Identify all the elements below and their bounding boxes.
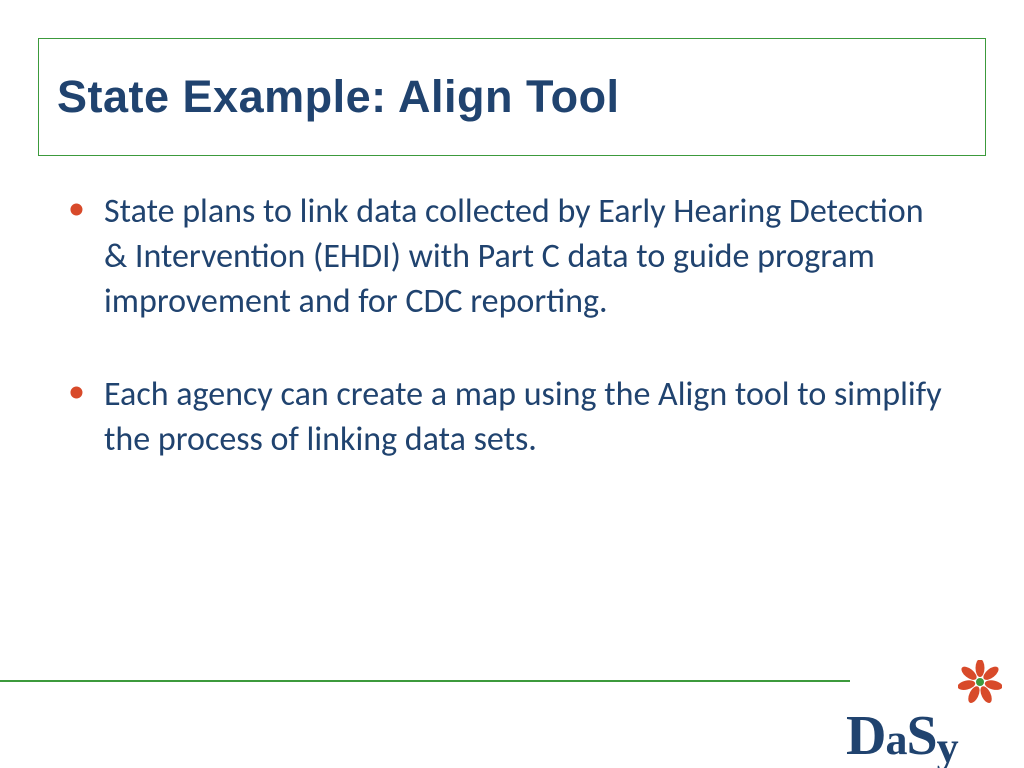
dasy-logo: DaSy [846, 658, 1006, 758]
slide: State Example: Align Tool State plans to… [0, 0, 1024, 768]
slide-title: State Example: Align Tool [57, 71, 620, 123]
bullet-item: Each agency can create a map using the A… [64, 373, 944, 463]
title-box: State Example: Align Tool [38, 38, 986, 156]
body-content: State plans to link data collected by Ea… [64, 190, 944, 510]
divider-line [0, 680, 850, 682]
bullet-item: State plans to link data collected by Ea… [64, 190, 944, 325]
logo-text: DaSy [846, 708, 958, 764]
flower-icon [958, 660, 1002, 704]
